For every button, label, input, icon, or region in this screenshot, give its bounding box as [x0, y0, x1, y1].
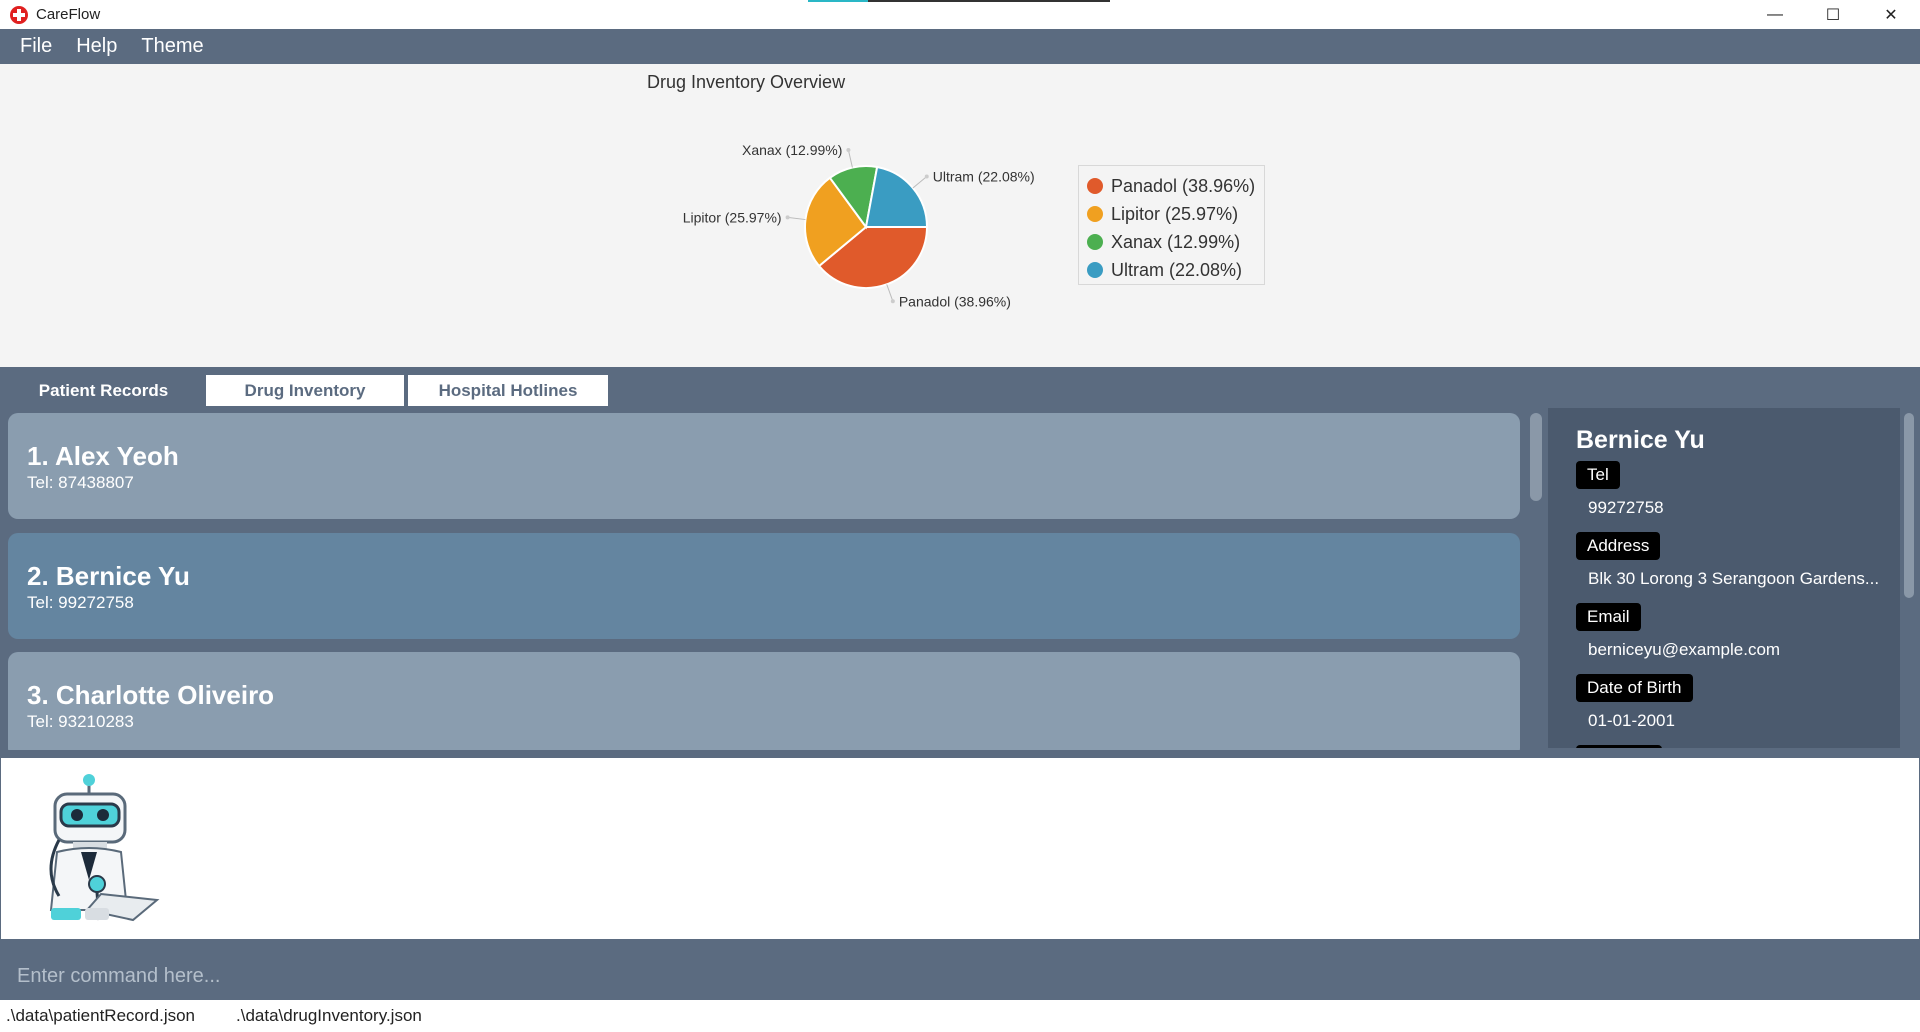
- drug-chart-pane: Drug Inventory Overview Panadol (38.96%)…: [0, 64, 1920, 367]
- title-bar: CareFlow — ☐ ✕: [0, 0, 1920, 29]
- menu-help[interactable]: Help: [64, 35, 129, 58]
- detail-value-address: Blk 30 Lorong 3 Serangoon Gardens...: [1588, 569, 1880, 588]
- doctor-robot-mascot-icon: [49, 774, 160, 922]
- legend-item-panadol: Panadol (38.96%): [1087, 172, 1256, 200]
- legend-dot: [1087, 262, 1103, 278]
- legend-dot: [1087, 206, 1103, 222]
- legend-dot: [1087, 178, 1103, 194]
- tab-hospital-hotlines[interactable]: Hospital Hotlines: [408, 375, 608, 406]
- legend-item-lipitor: Lipitor (25.97%): [1087, 200, 1256, 228]
- app-title: CareFlow: [36, 6, 101, 23]
- patient-tel: Tel: 87438807: [27, 473, 134, 492]
- patient-list[interactable]: 1. Alex Yeoh Tel: 87438807 2. Bernice Yu…: [0, 407, 1545, 750]
- maximize-button[interactable]: ☐: [1804, 0, 1862, 29]
- legend-item-xanax: Xanax (12.99%): [1087, 228, 1256, 256]
- pie-slice-label: Panadol (38.96%): [899, 293, 1011, 309]
- status-drug-file: .\data\drugInventory.json: [236, 1006, 422, 1025]
- legend-label: Lipitor (25.97%): [1111, 203, 1239, 224]
- menu-bar: File Help Theme: [0, 29, 1920, 64]
- detail-value-dob: 01-01-2001: [1588, 711, 1675, 730]
- detail-value-tel: 99272758: [1588, 498, 1664, 517]
- patient-card[interactable]: 3. Charlotte Oliveiro Tel: 93210283: [8, 652, 1520, 750]
- detail-label-email: Email: [1576, 603, 1641, 631]
- patient-name: 2. Bernice Yu: [27, 561, 190, 591]
- tab-patient-records[interactable]: Patient Records: [4, 375, 203, 406]
- detail-label-dob: Date of Birth: [1576, 674, 1693, 702]
- pie-slice-label: Lipitor (25.97%): [683, 209, 782, 225]
- minimize-button[interactable]: —: [1746, 0, 1804, 29]
- app-logo-icon: [10, 5, 28, 24]
- pie-slice-label: Xanax (12.99%): [742, 142, 842, 158]
- patient-card[interactable]: 1. Alex Yeoh Tel: 87438807: [8, 413, 1520, 519]
- status-patient-file: .\data\patientRecord.json: [6, 1006, 196, 1025]
- patient-card-selected[interactable]: 2. Bernice Yu Tel: 99272758: [8, 533, 1520, 639]
- detail-label-next: [1576, 745, 1662, 748]
- legend-dot: [1087, 234, 1103, 250]
- patient-name: 1. Alex Yeoh: [27, 441, 179, 471]
- legend-label: Ultram (22.08%): [1111, 259, 1243, 280]
- detail-label-tel: Tel: [1576, 461, 1620, 489]
- result-display: [0, 757, 1920, 940]
- chart-legend: Panadol (38.96%) Lipitor (25.97%) Xanax …: [1078, 165, 1265, 285]
- pie-label-leader: [886, 284, 894, 302]
- pie-slice: [864, 165, 929, 228]
- pie-label-leader: [847, 149, 853, 168]
- pie-label-dot: [924, 174, 929, 179]
- drug-pie-chart: Panadol (38.96%) Lipitor (25.97%) Xanax (1…: [683, 142, 1035, 309]
- status-bar: .\data\patientRecord.json .\data\drugInv…: [0, 1000, 1920, 1032]
- pie-label-leader: [912, 176, 928, 189]
- patient-name: 3. Charlotte Oliveiro: [27, 680, 275, 710]
- pie-label-dot: [846, 147, 851, 152]
- tab-bar: Patient Records Drug Inventory Hospital …: [0, 367, 1920, 407]
- legend-label: Xanax (12.99%): [1111, 231, 1241, 252]
- legend-item-ultram: Ultram (22.08%): [1087, 256, 1256, 284]
- loading-progress-fill: [808, 0, 869, 2]
- patient-tel: Tel: 93210283: [27, 712, 134, 731]
- patient-detail-pane: Bernice Yu Tel 99272758 Address Blk 30 L…: [1548, 408, 1900, 748]
- detail-value-email: berniceyu@example.com: [1588, 640, 1781, 659]
- patient-tel: Tel: 99272758: [27, 593, 134, 612]
- pie-slice-label: Ultram (22.08%): [933, 168, 1035, 184]
- detail-scrollbar[interactable]: [1904, 413, 1914, 598]
- menu-file[interactable]: File: [8, 35, 64, 58]
- tab-drug-inventory[interactable]: Drug Inventory: [206, 375, 404, 406]
- legend-label: Panadol (38.96%): [1111, 175, 1256, 196]
- pie-label-dot: [890, 299, 895, 304]
- loading-progress-bar: [808, 0, 1110, 2]
- command-input[interactable]: [0, 955, 1920, 998]
- detail-name: Bernice Yu: [1576, 426, 1705, 454]
- patient-list-scrollbar[interactable]: [1530, 413, 1542, 501]
- detail-label-address: Address: [1576, 532, 1661, 560]
- pie-label-dot: [785, 215, 790, 220]
- command-box: [0, 955, 1920, 998]
- pie-label-leader: [787, 216, 806, 221]
- menu-theme[interactable]: Theme: [129, 35, 215, 58]
- close-button[interactable]: ✕: [1862, 0, 1920, 29]
